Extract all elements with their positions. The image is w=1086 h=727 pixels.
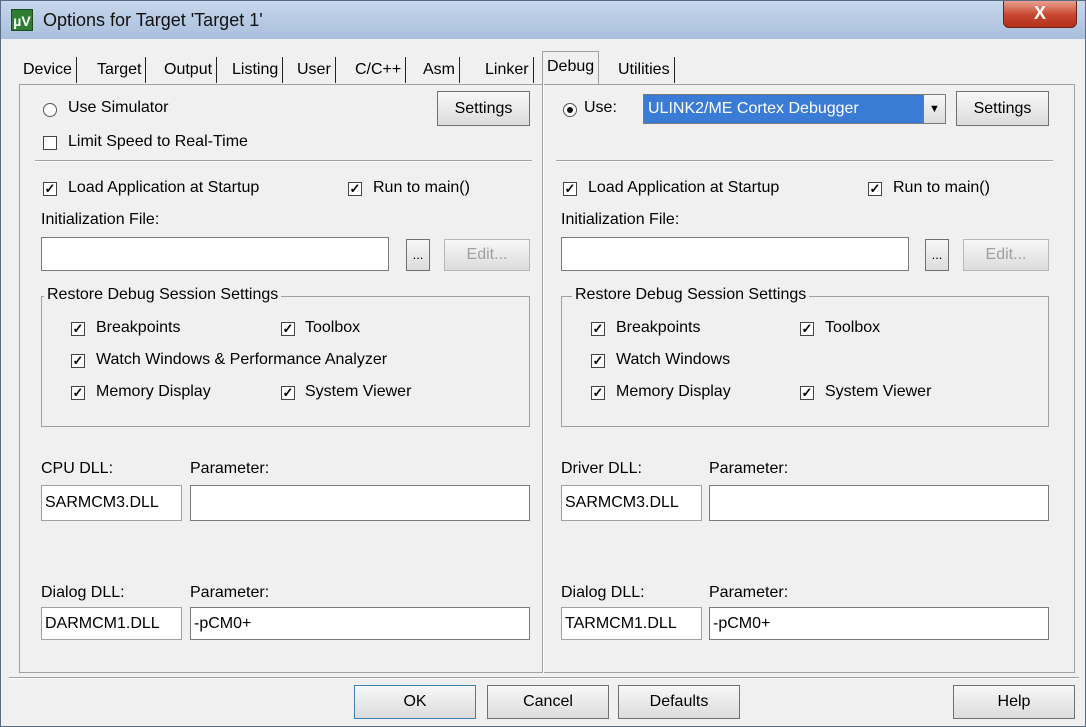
tab-utilities[interactable]: Utilities <box>614 57 675 83</box>
right-dialog-dll-parameter-label: Parameter: <box>709 584 789 601</box>
right-memory-display-label: Memory Display <box>616 383 731 400</box>
left-dialog-dll-parameter-input[interactable]: -pCM0+ <box>190 607 530 640</box>
left-load-app-label: Load Application at Startup <box>68 179 260 196</box>
right-separator <box>556 160 1053 162</box>
left-dialog-dll-label: Dialog DLL: <box>41 584 125 601</box>
right-init-file-input[interactable] <box>561 237 909 271</box>
left-toolbox-label: Toolbox <box>305 319 361 336</box>
right-system-viewer-checkbox[interactable]: ✓ <box>800 386 814 400</box>
tab-user[interactable]: User <box>293 57 336 83</box>
left-init-file-label: Initialization File: <box>41 211 160 228</box>
right-load-app-label: Load Application at Startup <box>588 179 780 196</box>
cpu-dll-parameter-input[interactable] <box>190 485 530 521</box>
left-init-file-input[interactable] <box>41 237 389 271</box>
left-browse-button[interactable]: ... <box>406 239 430 271</box>
right-dialog-dll-parameter-input[interactable]: -pCM0+ <box>709 607 1049 640</box>
left-restore-group-title: Restore Debug Session Settings <box>44 286 282 304</box>
close-button[interactable]: X <box>1003 1 1077 28</box>
left-load-app-checkbox[interactable]: ✓ <box>43 182 57 196</box>
left-separator <box>35 160 532 162</box>
tab-device[interactable]: Device <box>19 57 77 83</box>
right-watch-windows-checkbox[interactable]: ✓ <box>591 354 605 368</box>
cpu-dll-parameter-label: Parameter: <box>190 460 270 477</box>
left-dialog-dll-field[interactable]: DARMCM1.DLL <box>41 607 182 640</box>
cancel-button[interactable]: Cancel <box>487 685 609 719</box>
tab-debug[interactable]: Debug <box>542 51 600 85</box>
right-toolbox-checkbox[interactable]: ✓ <box>800 322 814 336</box>
keil-app-icon: µV <box>11 9 33 31</box>
right-dialog-dll-field[interactable]: TARMCM1.DLL <box>561 607 702 640</box>
use-debugger-label: Use: <box>584 99 617 116</box>
left-watch-windows-checkbox[interactable]: ✓ <box>71 354 85 368</box>
left-dialog-dll-parameter-label: Parameter: <box>190 584 270 601</box>
right-run-to-main-checkbox[interactable]: ✓ <box>868 182 882 196</box>
use-simulator-label: Use Simulator <box>68 99 169 116</box>
help-button[interactable]: Help <box>953 685 1075 719</box>
debugger-settings-button[interactable]: Settings <box>956 91 1049 126</box>
right-dialog-dll-label: Dialog DLL: <box>561 584 645 601</box>
right-init-file-label: Initialization File: <box>561 211 680 228</box>
left-memory-display-label: Memory Display <box>96 383 211 400</box>
right-memory-display-checkbox[interactable]: ✓ <box>591 386 605 400</box>
simulator-settings-button[interactable]: Settings <box>437 91 530 126</box>
use-debugger-radio[interactable] <box>563 103 577 117</box>
footer-separator <box>9 677 1079 679</box>
right-run-to-main-label: Run to main() <box>893 179 990 196</box>
chevron-down-icon[interactable]: ▼ <box>923 95 945 123</box>
driver-dll-field[interactable]: SARMCM3.DLL <box>561 485 702 521</box>
cpu-dll-label: CPU DLL: <box>41 460 114 477</box>
left-breakpoints-checkbox[interactable]: ✓ <box>71 322 85 336</box>
driver-dll-parameter-input[interactable] <box>709 485 1049 521</box>
left-system-viewer-label: System Viewer <box>305 383 412 400</box>
use-simulator-radio[interactable] <box>43 103 57 117</box>
left-run-to-main-label: Run to main() <box>373 179 470 196</box>
right-load-app-checkbox[interactable]: ✓ <box>563 182 577 196</box>
driver-dll-parameter-label: Parameter: <box>709 460 789 477</box>
right-breakpoints-checkbox[interactable]: ✓ <box>591 322 605 336</box>
tab-output[interactable]: Output <box>160 57 218 83</box>
defaults-button[interactable]: Defaults <box>618 685 740 719</box>
right-toolbox-label: Toolbox <box>825 319 881 336</box>
right-watch-windows-label: Watch Windows <box>616 351 731 368</box>
left-system-viewer-checkbox[interactable]: ✓ <box>281 386 295 400</box>
right-restore-group-title: Restore Debug Session Settings <box>572 286 810 304</box>
tab-target[interactable]: Target <box>93 57 147 83</box>
right-edit-button[interactable]: Edit... <box>963 239 1049 271</box>
column-divider <box>542 84 544 673</box>
debugger-select-value: ULINK2/ME Cortex Debugger <box>648 100 859 117</box>
right-system-viewer-label: System Viewer <box>825 383 932 400</box>
debugger-select[interactable]: ULINK2/ME Cortex Debugger ▼ <box>643 94 946 124</box>
limit-speed-label: Limit Speed to Real-Time <box>68 133 248 150</box>
window-title: Options for Target 'Target 1' <box>43 10 263 30</box>
left-toolbox-checkbox[interactable]: ✓ <box>281 322 295 336</box>
title-bar[interactable]: µV Options for Target 'Target 1' X <box>1 1 1085 39</box>
tab-asm[interactable]: Asm <box>419 57 460 83</box>
tab-c-cpp[interactable]: C/C++ <box>351 57 407 83</box>
driver-dll-label: Driver DLL: <box>561 460 642 477</box>
left-edit-button[interactable]: Edit... <box>444 239 530 271</box>
right-breakpoints-label: Breakpoints <box>616 319 701 336</box>
ok-button[interactable]: OK <box>354 685 476 719</box>
left-run-to-main-checkbox[interactable]: ✓ <box>348 182 362 196</box>
right-browse-button[interactable]: ... <box>925 239 949 271</box>
close-icon: X <box>1033 3 1046 23</box>
tab-listing[interactable]: Listing <box>228 57 284 83</box>
left-watch-windows-label: Watch Windows & Performance Analyzer <box>96 351 388 368</box>
tab-linker[interactable]: Linker <box>481 57 534 83</box>
cpu-dll-field[interactable]: SARMCM3.DLL <box>41 485 182 521</box>
options-dialog: µV Options for Target 'Target 1' X Devic… <box>0 0 1086 727</box>
limit-speed-checkbox[interactable] <box>43 136 57 150</box>
left-memory-display-checkbox[interactable]: ✓ <box>71 386 85 400</box>
left-breakpoints-label: Breakpoints <box>96 319 181 336</box>
